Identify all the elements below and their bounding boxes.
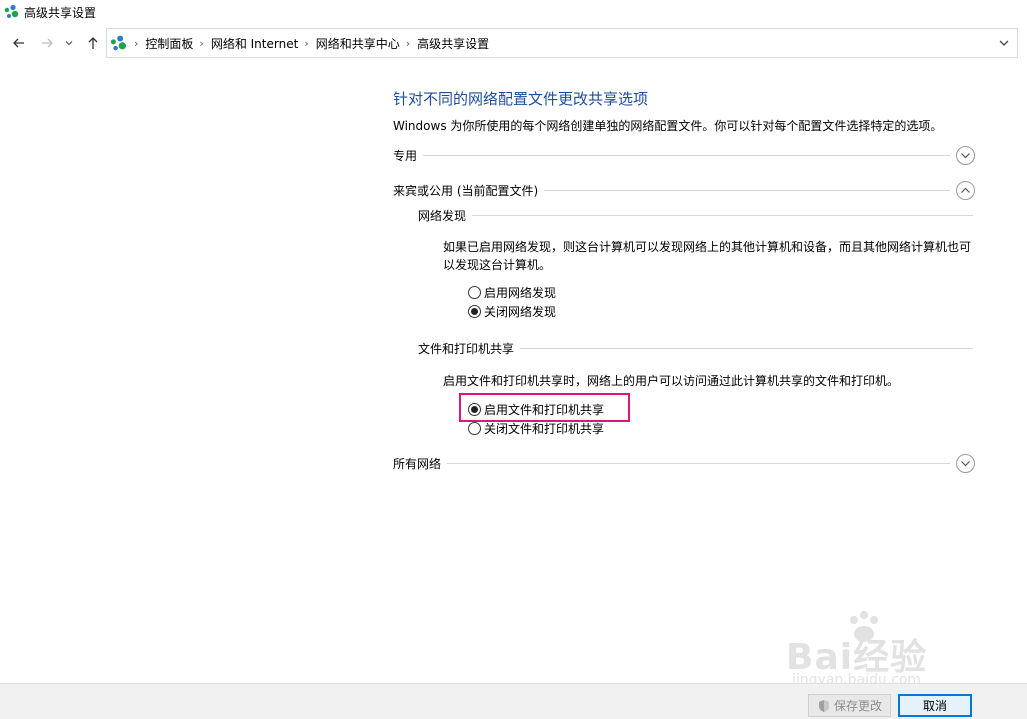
network-sharing-icon xyxy=(4,4,19,18)
profile-guest-public-header[interactable]: 来宾或公用 (当前配置文件) xyxy=(393,180,975,200)
radio-label: 启用网络发现 xyxy=(484,285,557,300)
radio-enable-network-discovery[interactable]: 启用网络发现 xyxy=(468,283,556,301)
radio-label: 关闭文件和打印机共享 xyxy=(484,421,605,436)
chevron-down-icon xyxy=(961,152,970,158)
chevron-down-icon xyxy=(65,41,73,46)
footer-bar: 保存更改 取消 xyxy=(0,683,1027,719)
network-discovery-description: 如果已启用网络发现，则这台计算机可以发现网络上的其他计算机和设备，而且其他网络计… xyxy=(443,240,972,272)
save-changes-button[interactable]: 保存更改 xyxy=(808,694,891,717)
divider xyxy=(423,154,950,156)
cancel-label: 取消 xyxy=(922,699,947,713)
highlight-box xyxy=(459,393,630,422)
profile-all-networks-label: 所有网络 xyxy=(393,456,442,471)
breadcrumb-advanced-sharing[interactable]: 高级共享设置 xyxy=(417,35,489,52)
profile-guest-public-label: 来宾或公用 (当前配置文件) xyxy=(393,183,539,198)
radio-button[interactable] xyxy=(468,285,481,299)
navigation-bar: › 控制面板 › 网络和 Internet › 网络和共享中心 › 高级共享设置 xyxy=(0,28,1027,58)
breadcrumb-separator: › xyxy=(405,36,411,50)
collapse-toggle[interactable] xyxy=(956,180,975,200)
radio-label: 关闭网络发现 xyxy=(484,304,557,319)
radio-disable-network-discovery[interactable]: 关闭网络发现 xyxy=(468,302,556,320)
divider xyxy=(447,462,950,464)
breadcrumb-control-panel[interactable]: 控制面板 xyxy=(145,35,193,52)
up-arrow-icon xyxy=(88,37,98,49)
breadcrumb-separator: › xyxy=(304,36,309,50)
divider xyxy=(520,347,973,349)
profile-private-label: 专用 xyxy=(393,148,418,163)
network-discovery-heading: 网络发现 xyxy=(418,208,467,223)
page-title: 针对不同的网络配置文件更改共享选项 xyxy=(393,90,649,108)
radio-button[interactable] xyxy=(468,421,481,435)
back-arrow-icon xyxy=(13,38,24,48)
cancel-button[interactable]: 取消 xyxy=(898,694,972,717)
address-bar[interactable]: › 控制面板 › 网络和 Internet › 网络和共享中心 › 高级共享设置 xyxy=(106,28,1018,58)
network-sharing-icon xyxy=(110,35,126,51)
save-changes-label: 保存更改 xyxy=(833,699,882,713)
breadcrumb-separator: › xyxy=(199,36,204,50)
breadcrumb-separator: › xyxy=(134,36,139,50)
profile-all-networks-header[interactable]: 所有网络 xyxy=(393,453,975,473)
forward-button[interactable] xyxy=(38,34,56,52)
radio-button-selected[interactable] xyxy=(468,304,481,318)
divider xyxy=(472,214,973,216)
chevron-down-icon xyxy=(961,460,970,466)
breadcrumb-network-internet[interactable]: 网络和 Internet xyxy=(211,35,298,52)
file-printer-sharing-header: 文件和打印机共享 xyxy=(418,339,973,357)
network-discovery-header: 网络发现 xyxy=(418,206,973,224)
window-title: 高级共享设置 xyxy=(24,5,97,20)
back-button[interactable] xyxy=(10,34,28,52)
expand-toggle[interactable] xyxy=(956,145,975,165)
file-printer-sharing-description: 启用文件和打印机共享时，网络上的用户可以访问通过此计算机共享的文件和打印机。 xyxy=(443,374,900,388)
breadcrumb-network-sharing-center[interactable]: 网络和共享中心 xyxy=(316,35,400,52)
title-bar: 高级共享设置 xyxy=(0,0,1027,24)
watermark: Bai经验 jingyan.baidu.com xyxy=(786,608,976,688)
page-description: Windows 为你所使用的每个网络创建单独的网络配置文件。你可以针对每个配置文… xyxy=(393,119,943,133)
profile-private-header[interactable]: 专用 xyxy=(393,145,975,165)
recent-locations-button[interactable] xyxy=(63,34,75,52)
divider xyxy=(544,189,950,191)
forward-arrow-icon xyxy=(42,38,53,48)
uac-shield-icon xyxy=(818,699,829,712)
file-printer-sharing-heading: 文件和打印机共享 xyxy=(418,341,515,356)
chevron-up-icon xyxy=(961,187,970,193)
up-button[interactable] xyxy=(84,34,102,52)
expand-toggle[interactable] xyxy=(956,453,975,473)
chevron-down-icon[interactable] xyxy=(997,36,1011,50)
